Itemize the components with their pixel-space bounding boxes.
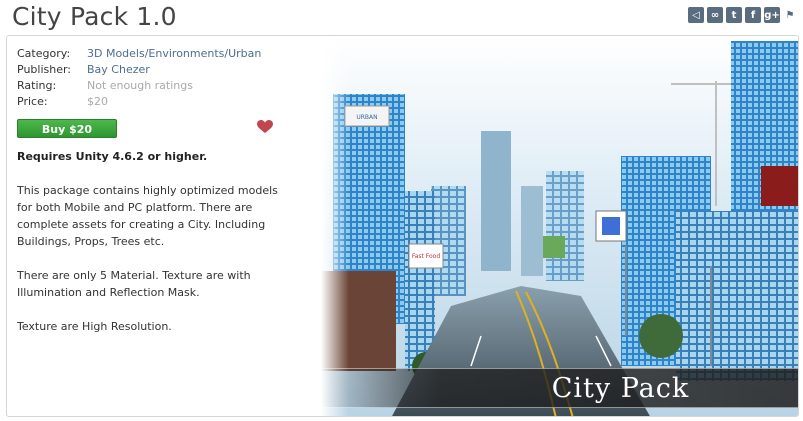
heart-icon[interactable] — [257, 120, 273, 134]
twitter-icon[interactable]: t — [726, 7, 742, 23]
publisher-label: Publisher: — [17, 63, 72, 76]
rating-value: Not enough ratings — [87, 79, 193, 92]
category-link[interactable]: 3D Models/Environments/Urban — [87, 46, 261, 62]
description-paragraph: Texture are High Resolution. — [17, 320, 172, 333]
product-card: Category: 3D Models/Environments/Urban P… — [6, 35, 799, 417]
billboard-text: Fast Food — [412, 253, 441, 260]
city-scene-illustration: URBAN Fast Food — [321, 36, 798, 416]
rating-label: Rating: — [17, 79, 57, 92]
svg-text:URBAN: URBAN — [356, 114, 377, 121]
description-paragraph: There are only 5 Material. Texture are w… — [17, 269, 251, 299]
hero-banner-text: City Pack — [321, 368, 798, 408]
buy-button[interactable]: Buy $20 — [17, 119, 117, 138]
hero-image[interactable]: URBAN Fast Food City Pack — [321, 36, 798, 416]
price-row: Price: $20 — [17, 94, 317, 110]
rating-row: Rating: Not enough ratings — [17, 78, 317, 94]
category-row: Category: 3D Models/Environments/Urban — [17, 46, 317, 62]
price-value: $20 — [87, 95, 108, 108]
googleplus-icon[interactable]: g+ — [764, 7, 780, 23]
category-label: Category: — [17, 47, 71, 60]
page-title: City Pack 1.0 — [12, 2, 177, 31]
description-paragraph: This package contains highly optimized m… — [17, 184, 278, 248]
share-bar: ◁ ∞ t f g+ ⚑ — [688, 7, 797, 23]
description: This package contains highly optimized m… — [17, 182, 292, 352]
flag-icon[interactable]: ⚑ — [783, 7, 797, 23]
unity-icon[interactable]: ◁ — [688, 7, 704, 23]
price-label: Price: — [17, 95, 48, 108]
publisher-row: Publisher: Bay Chezer — [17, 62, 317, 78]
product-info: Category: 3D Models/Environments/Urban P… — [17, 46, 317, 110]
facebook-icon[interactable]: f — [745, 7, 761, 23]
link-icon[interactable]: ∞ — [707, 7, 723, 23]
requirement-text: Requires Unity 4.6.2 or higher. — [17, 150, 208, 163]
publisher-link[interactable]: Bay Chezer — [87, 62, 150, 78]
